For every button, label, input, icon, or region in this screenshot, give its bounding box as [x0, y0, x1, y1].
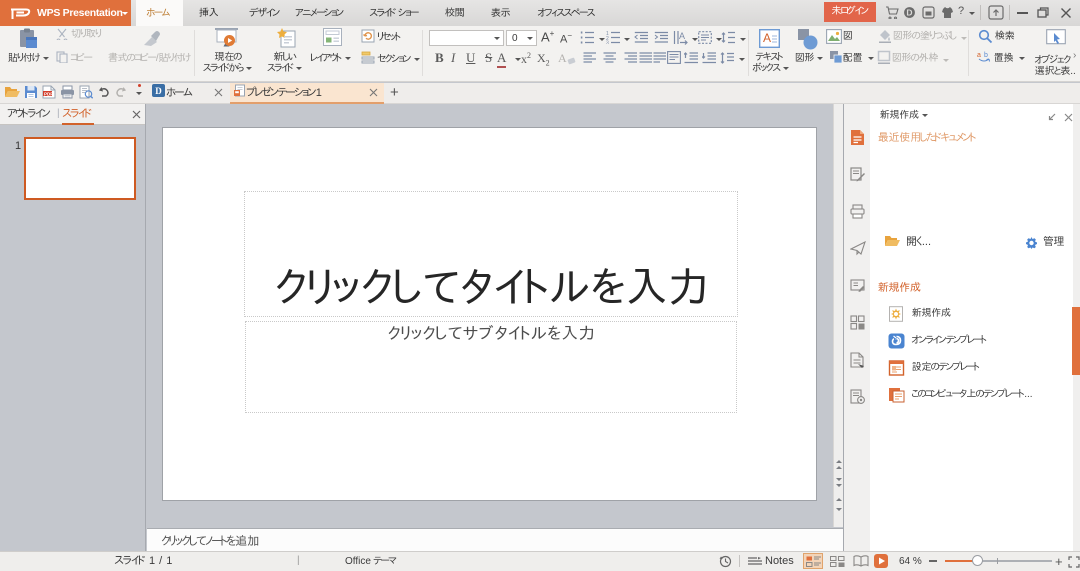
- svg-text:A: A: [763, 31, 771, 45]
- svg-text:b: b: [984, 52, 988, 59]
- svg-text:PDF: PDF: [44, 91, 53, 96]
- svg-text:A: A: [679, 31, 685, 41]
- svg-text:a: a: [977, 52, 981, 59]
- svg-text:3: 3: [606, 41, 609, 45]
- svg-text:D: D: [155, 86, 162, 96]
- svg-text:D: D: [906, 7, 912, 17]
